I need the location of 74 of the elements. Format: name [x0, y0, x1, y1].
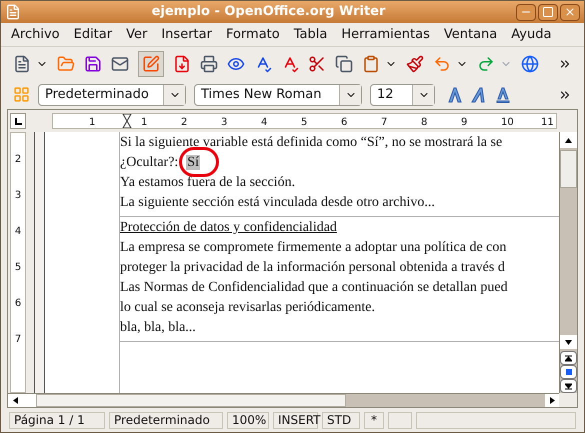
- close-button[interactable]: [560, 4, 580, 20]
- status-field: *: [364, 412, 384, 428]
- status-field: [388, 412, 412, 428]
- navigator-icon[interactable]: [521, 54, 539, 72]
- horizontal-ruler: 1 1 2 3 4 5 6 7 8 9 10 11: [52, 113, 557, 129]
- bold-icon[interactable]: [447, 86, 463, 102]
- font-name-dropdown[interactable]: Times New Roman: [194, 84, 362, 106]
- close-icon: [564, 6, 576, 18]
- paragraph-text: proteger la privacidad de la información personal obtenida a través d: [120, 259, 505, 277]
- paragraph-text: bla, bla, bla...: [120, 319, 196, 337]
- status-field: Página 1 / 1: [9, 412, 105, 428]
- status-field: Predeterminado: [109, 412, 223, 428]
- mail-icon[interactable]: [111, 54, 129, 72]
- minimize-button[interactable]: [516, 4, 536, 20]
- paragraph-text: lo cual se aconseja revisarlas periódicamente.: [120, 299, 375, 317]
- italic-icon[interactable]: [471, 86, 487, 102]
- save-icon[interactable]: [84, 54, 102, 72]
- paragraph-text: Las Normas de Confidencialidad que a continuación se detallan pued: [120, 279, 508, 297]
- menu-item[interactable]: Ver: [126, 24, 148, 44]
- edit-mode-button[interactable]: [138, 50, 164, 76]
- scroll-up-button[interactable]: [560, 132, 577, 148]
- printer-icon[interactable]: [200, 54, 218, 72]
- maximize-button[interactable]: [538, 4, 558, 20]
- pdf-icon[interactable]: [173, 54, 191, 72]
- square-icon: [566, 369, 572, 375]
- paragraph-text: Protección de datos y confidencialidad: [120, 219, 337, 237]
- next-page-button[interactable]: [560, 379, 577, 393]
- paragraph-text: La empresa se compromete firmemente a adoptar una política de con: [120, 239, 506, 257]
- double-down-arrow-icon: [565, 382, 572, 390]
- redo-icon[interactable]: [477, 54, 495, 72]
- vertical-ruler: 2 3 4 5 6 7: [10, 132, 26, 393]
- menu-item[interactable]: Ayuda: [511, 24, 552, 44]
- paragraph-text: Ya estamos fuera de la sección.: [120, 174, 296, 192]
- left-arrow-icon: [12, 397, 18, 404]
- tab-stop-button[interactable]: [10, 113, 26, 129]
- indent-marker-icon[interactable]: [122, 114, 132, 128]
- new-document-icon[interactable]: [13, 54, 31, 72]
- paragraph-text: Si la siguiente variable está definida como “Sí”, no se mostrará la se: [120, 134, 502, 152]
- paragraph-text: La siguiente sección está vinculada desde otro archivo...: [120, 194, 435, 212]
- previous-page-button[interactable]: [560, 351, 577, 365]
- paragraph-text: ¿Ocultar?:: [120, 154, 178, 172]
- menu-item[interactable]: Tabla: [294, 24, 328, 44]
- vertical-scrollbar[interactable]: [559, 132, 577, 393]
- maximize-icon: [542, 6, 554, 18]
- horizontal-scrollbar[interactable]: [8, 393, 559, 407]
- menu-item[interactable]: Archivo: [11, 24, 60, 44]
- paragraph-style-dropdown[interactable]: Predeterminado: [38, 84, 186, 106]
- status-field: STD: [322, 412, 360, 428]
- scroll-thumb[interactable]: [560, 150, 577, 188]
- document-icon: [5, 4, 21, 20]
- status-field: INSERT: [273, 412, 318, 428]
- paste-icon[interactable]: [362, 54, 380, 72]
- status-field: 100%: [227, 412, 269, 428]
- navigation-button[interactable]: [560, 365, 577, 379]
- tab-stop-icon: [14, 118, 22, 124]
- up-arrow-icon: [565, 138, 572, 142]
- copy-icon[interactable]: [335, 54, 353, 72]
- right-arrow-icon: [550, 397, 554, 404]
- underline-icon[interactable]: [495, 86, 511, 102]
- window-title: ejemplo - OpenOffice.org Writer: [150, 3, 386, 22]
- menu-item[interactable]: Formato: [226, 24, 280, 44]
- cut-icon[interactable]: [308, 54, 326, 72]
- down-arrow-icon: [565, 340, 572, 344]
- scroll-down-button[interactable]: [560, 335, 577, 349]
- circle-annotation: [179, 147, 220, 177]
- menu-item[interactable]: Editar: [74, 24, 112, 44]
- scroll-thumb[interactable]: [36, 394, 346, 407]
- paintbrush-icon[interactable]: [406, 54, 424, 72]
- menu-item[interactable]: Insertar: [161, 24, 212, 44]
- font-size-dropdown[interactable]: 12: [370, 84, 435, 106]
- menu-item[interactable]: Herramientas: [341, 24, 430, 44]
- double-up-arrow-icon: [565, 354, 572, 362]
- field-value[interactable]: Sí: [186, 155, 200, 170]
- menu-item[interactable]: Ventana: [444, 24, 498, 44]
